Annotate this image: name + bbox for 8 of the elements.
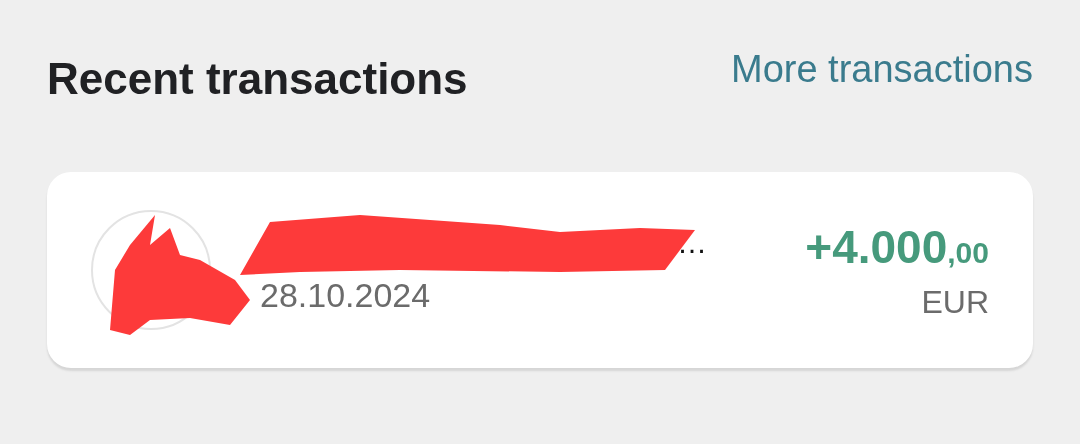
amount-cents: ,00	[947, 235, 989, 269]
section-title: Recent transactions	[47, 54, 468, 104]
transaction-date: 28.10.2024	[260, 275, 432, 315]
amount-value: +4.000	[805, 220, 948, 273]
transaction-name: …	[677, 225, 707, 261]
more-transactions-link[interactable]: More transactions	[731, 48, 1033, 91]
currency-label: EUR	[921, 283, 989, 321]
transaction-card[interactable]: … 28.10.2024 +4.000,00 EUR	[47, 172, 1033, 368]
